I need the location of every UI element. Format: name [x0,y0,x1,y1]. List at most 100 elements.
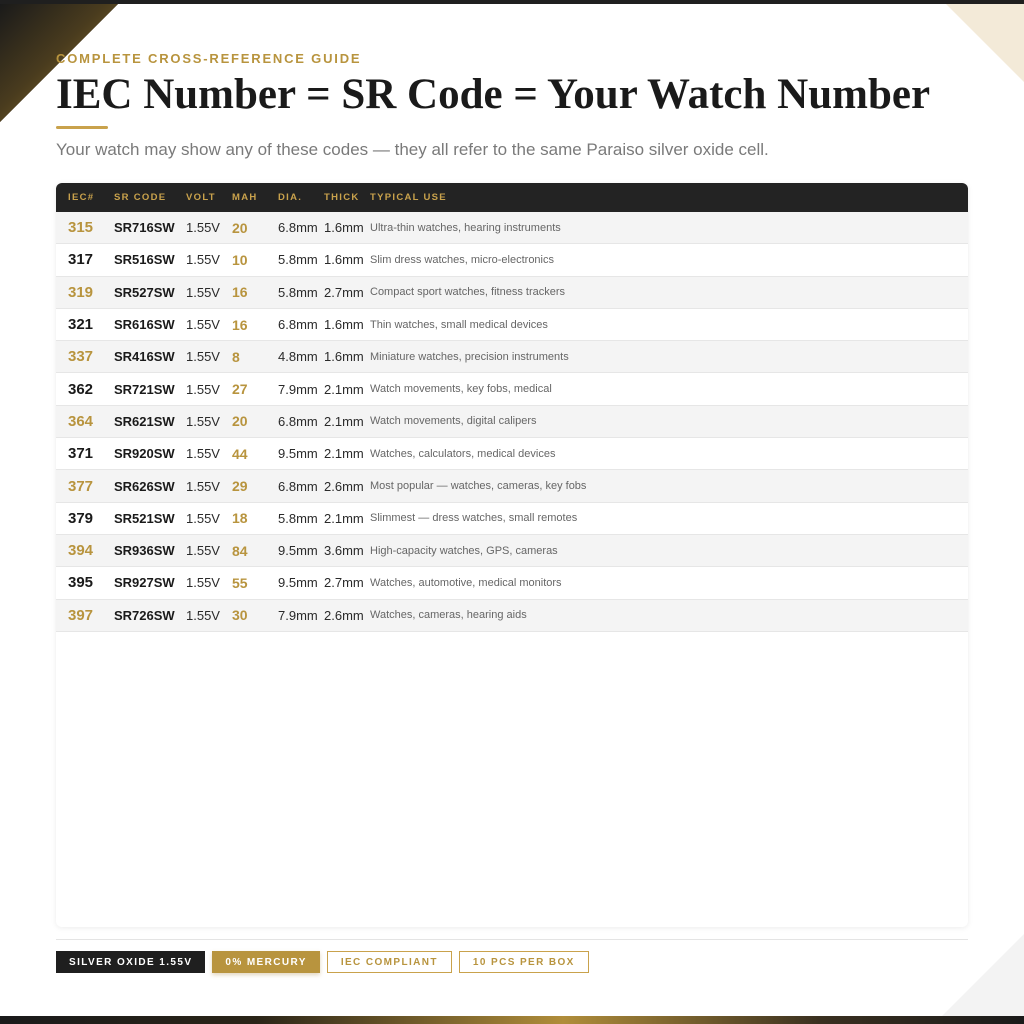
cell-sr-code: SR616SW [114,317,175,333]
cell-thickness: 1.6mm [324,317,364,333]
cell-typical-use: Watch movements, digital calipers [370,415,537,428]
cell-diameter: 4.8mm [278,349,318,365]
cell-sr-code: SR521SW [114,510,175,526]
cell-mah: 20 [232,219,248,236]
cell-volt: 1.55V [186,607,220,623]
cell-diameter: 5.8mm [278,252,318,268]
cell-sr-code: SR516SW [114,252,175,268]
table-row: 379 SR521SW 1.55V 18 5.8mm 2.1mm Slimmest — dr… [56,502,968,535]
column-header-volt: VOLT [186,192,216,203]
table-body: 315 SR716SW 1.55V 20 6.8mm 1.6mm Ultra-thin wa… [56,212,968,632]
cell-thickness: 2.1mm [324,446,364,462]
cell-diameter: 5.8mm [278,284,318,300]
cell-volt: 1.55V [186,478,220,494]
cell-diameter: 6.8mm [278,478,318,494]
cell-diameter: 9.5mm [278,543,318,559]
cell-iec: 321 [68,316,94,334]
footer-divider [56,939,968,940]
table-row: 315 SR716SW 1.55V 20 6.8mm 1.6mm Ultra-thin wa… [56,212,968,245]
cell-thickness: 2.7mm [324,575,364,591]
cell-volt: 1.55V [186,349,220,365]
column-header-thickness: THICK [324,192,360,203]
cell-iec: 319 [68,283,94,301]
cell-iec: 362 [68,380,94,398]
table-row: 317 SR516SW 1.55V 10 5.8mm 1.6mm Slim dress wa… [56,244,968,277]
cell-mah: 44 [232,445,248,462]
cell-thickness: 3.6mm [324,543,364,559]
cell-typical-use: Most popular — watches, cameras, key fob… [370,480,587,493]
table-row: 321 SR616SW 1.55V 16 6.8mm 1.6mm Thin watches,… [56,308,968,342]
cell-iec: 337 [68,348,94,366]
cell-sr-code: SR716SW [114,220,175,236]
cell-thickness: 2.6mm [324,607,364,623]
table-row: 319 SR527SW 1.55V 16 5.8mm 2.7mm Compact sport… [56,276,968,309]
cell-volt: 1.55V [186,220,220,236]
table-row: 397 SR726SW 1.55V 30 7.9mm 2.6mm Watches, came… [56,599,968,632]
cell-iec: 317 [68,251,94,269]
table-row: 394 SR936SW 1.55V 84 9.5mm 3.6mm High-capacity… [56,534,968,568]
page-title: IEC Number = SR Code = Your Watch Number [56,71,931,118]
cell-typical-use: Watches, automotive, medical monitors [370,576,562,589]
cell-mah: 16 [232,284,248,301]
table-row: 362 SR721SW 1.55V 27 7.9mm 2.1mm Watch movemen… [56,373,968,406]
cell-typical-use: Ultra-thin watches, hearing instruments [370,221,561,234]
column-header-typical-use: TYPICAL USE [370,192,447,203]
eyebrow-label: COMPLETE CROSS-REFERENCE GUIDE [56,51,362,66]
cell-sr-code: SR726SW [114,607,175,623]
badge-silver-oxide-1-55v: SILVER OXIDE 1.55V [56,951,206,973]
cell-sr-code: SR936SW [114,543,175,559]
cell-typical-use: Slim dress watches, micro-electronics [370,253,554,266]
cell-volt: 1.55V [186,446,220,462]
cell-thickness: 2.1mm [324,510,364,526]
corner-decoration-top-right [946,4,1024,82]
cell-volt: 1.55V [186,381,220,397]
table-row: 364 SR621SW 1.55V 20 6.8mm 2.1mm Watch movemen… [56,405,968,439]
bottom-border-bar [0,1016,1024,1024]
cell-mah: 55 [232,574,248,591]
cell-volt: 1.55V [186,413,220,429]
title-underline [56,126,108,129]
cell-thickness: 1.6mm [324,220,364,236]
corner-decoration-bottom-right [942,934,1024,1016]
cell-typical-use: High-capacity watches, GPS, cameras [370,544,558,557]
cell-diameter: 6.8mm [278,220,318,236]
cell-diameter: 9.5mm [278,575,318,591]
cell-diameter: 9.5mm [278,446,318,462]
cross-reference-table: IEC# SR CODE VOLT MAH DIA. THICK TYPICAL… [56,183,968,927]
cell-iec: 315 [68,219,94,237]
column-header-iec: IEC# [68,192,95,203]
cell-typical-use: Slimmest — dress watches, small remotes [370,512,578,525]
cell-diameter: 6.8mm [278,413,318,429]
cell-diameter: 5.8mm [278,510,318,526]
cell-mah: 30 [232,607,248,624]
table-row: 337 SR416SW 1.55V 8 4.8mm 1.6mm Miniature watc… [56,341,968,374]
cell-sr-code: SR927SW [114,575,175,591]
cell-mah: 8 [232,348,240,365]
cell-typical-use: Compact sport watches, fitness trackers [370,286,566,299]
cell-typical-use: Watches, cameras, hearing aids [370,609,527,622]
cell-thickness: 2.7mm [324,284,364,300]
table-header-row: IEC# SR CODE VOLT MAH DIA. THICK TYPICAL… [56,183,968,212]
cell-volt: 1.55V [186,252,220,268]
cell-thickness: 1.6mm [324,252,364,268]
column-header-diameter: DIA. [278,192,303,203]
cell-mah: 18 [232,510,248,527]
top-border-bar [0,0,1024,4]
badge-0-mercury: 0% MERCURY [212,951,320,973]
cell-mah: 27 [232,381,248,398]
cell-thickness: 2.6mm [324,478,364,494]
cell-mah: 84 [232,542,248,559]
cell-diameter: 7.9mm [278,381,318,397]
column-header-mah: MAH [232,192,258,203]
page-subtitle: Your watch may show any of these codes —… [56,140,769,159]
cell-volt: 1.55V [186,543,220,559]
cell-mah: 10 [232,251,248,268]
cell-volt: 1.55V [186,575,220,591]
cell-iec: 371 [68,445,94,463]
cell-sr-code: SR416SW [114,349,175,365]
table-row: 377 SR626SW 1.55V 29 6.8mm 2.6mm Most popular … [56,470,968,503]
cell-diameter: 6.8mm [278,317,318,333]
cell-iec: 377 [68,477,94,495]
cell-volt: 1.55V [186,317,220,333]
cell-typical-use: Watches, calculators, medical devices [370,447,556,460]
